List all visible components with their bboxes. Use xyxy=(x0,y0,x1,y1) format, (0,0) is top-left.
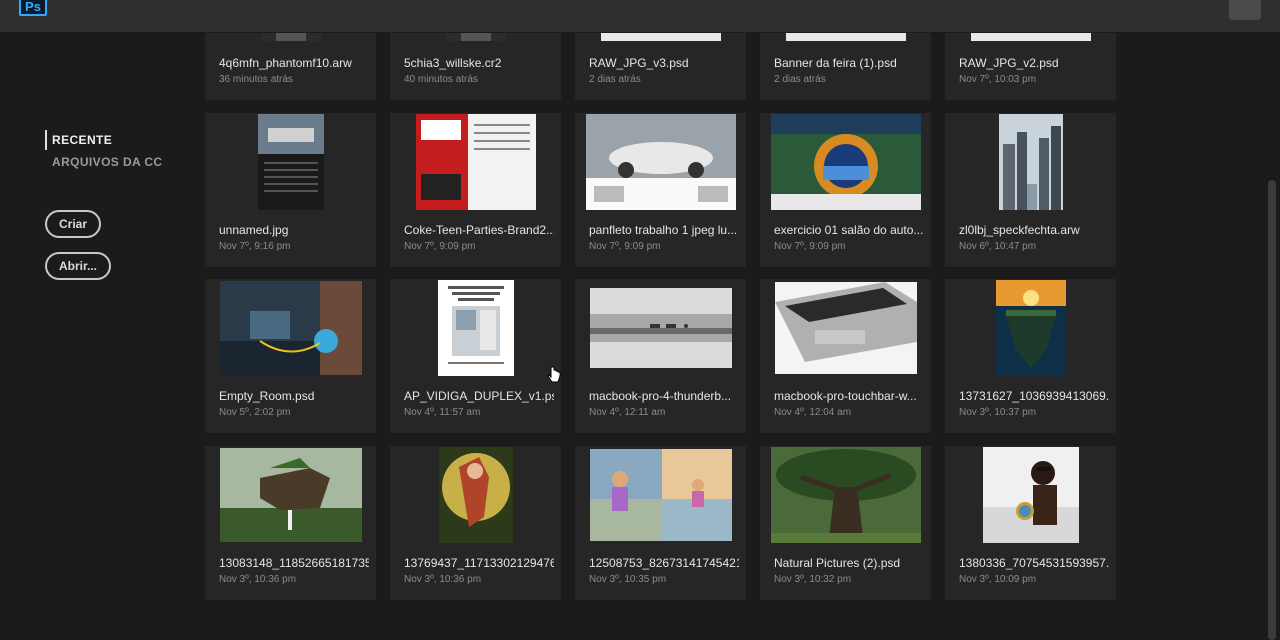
file-date: Nov 7º, 9:09 pm xyxy=(774,241,846,252)
file-name: 13083148_11852665181735... xyxy=(219,556,369,570)
file-date: Nov 7º, 9:16 pm xyxy=(219,241,291,252)
file-thumbnail xyxy=(945,279,1116,377)
file-name: Natural Pictures (2).psd xyxy=(774,556,901,570)
file-name: RAW_JPG_v3.psd xyxy=(589,56,689,70)
file-thumbnail xyxy=(760,446,931,544)
recent-files-grid: 4q6mfn_phantomf10.arw 36 minutos atrás 5ch… xyxy=(0,0,1280,640)
file-thumbnail xyxy=(945,446,1116,544)
file-date: Nov 4º, 11:57 am xyxy=(404,407,481,418)
file-card[interactable]: RAW_JPG_v2.psd Nov 7º, 10:03 pm xyxy=(945,33,1116,100)
file-date: Nov 3º, 10:36 pm xyxy=(404,574,482,585)
file-card[interactable]: 1380336_70754531593957... Nov 3º, 10:09 p… xyxy=(945,446,1116,600)
file-thumbnail xyxy=(390,446,561,544)
file-thumbnail xyxy=(390,279,561,377)
file-card[interactable]: 4q6mfn_phantomf10.arw 36 minutos atrás xyxy=(205,33,376,100)
file-card[interactable]: zl0lbj_speckfechta.arw Nov 6º, 10:47 pm xyxy=(945,113,1116,267)
file-name: macbook-pro-4-thunderb... xyxy=(589,389,732,403)
file-thumbnail xyxy=(575,33,746,42)
file-card[interactable]: Banner da feira (1).psd 2 dias atrás xyxy=(760,33,931,100)
file-date: Nov 3º, 10:35 pm xyxy=(589,574,667,585)
file-date: Nov 7º, 9:09 pm xyxy=(404,241,476,252)
hand-cursor-icon xyxy=(547,366,561,383)
file-card[interactable]: panfleto trabalho 1 jpeg lu... Nov 7º, 9:… xyxy=(575,113,746,267)
file-thumbnail xyxy=(575,446,746,544)
file-card[interactable]: unnamed.jpg Nov 7º, 9:16 pm xyxy=(205,113,376,267)
file-name: RAW_JPG_v2.psd xyxy=(959,56,1059,70)
file-card[interactable]: 13769437_11713302129476... Nov 3º, 10:36 … xyxy=(390,446,561,600)
file-date: Nov 3º, 10:09 pm xyxy=(959,574,1037,585)
file-card[interactable]: 13731627_1036939413069... Nov 3º, 10:37 p… xyxy=(945,279,1116,433)
file-date: Nov 3º, 10:32 pm xyxy=(774,574,852,585)
file-thumbnail xyxy=(945,33,1116,42)
file-card[interactable]: 13083148_11852665181735... Nov 3º, 10:36 … xyxy=(205,446,376,600)
file-card[interactable]: Empty_Room.psd Nov 5º, 2:02 pm xyxy=(205,279,376,433)
file-name: Empty_Room.psd xyxy=(219,389,315,403)
file-date: Nov 6º, 10:47 pm xyxy=(959,241,1037,252)
file-thumbnail xyxy=(575,279,746,377)
file-thumbnail xyxy=(760,33,931,42)
file-card[interactable]: AP_VIDIGA_DUPLEX_v1.psd Nov 4º, 11:57 am xyxy=(390,279,561,433)
file-name: zl0lbj_speckfechta.arw xyxy=(959,223,1080,237)
file-card[interactable]: Natural Pictures (2).psd Nov 3º, 10:32 pm xyxy=(760,446,931,600)
file-thumbnail xyxy=(205,33,376,42)
file-name: panfleto trabalho 1 jpeg lu... xyxy=(589,223,738,237)
file-thumbnail xyxy=(390,113,561,211)
file-card[interactable]: macbook-pro-4-thunderb... Nov 4º, 12:11 a… xyxy=(575,279,746,433)
file-thumbnail xyxy=(390,33,561,42)
file-date: Nov 5º, 2:02 pm xyxy=(219,407,291,418)
file-thumbnail xyxy=(945,113,1116,211)
file-name: exercicio 01 salão do auto... xyxy=(774,223,924,237)
scrollbar[interactable] xyxy=(1268,180,1276,640)
file-date: 36 minutos atrás xyxy=(219,74,293,85)
file-thumbnail xyxy=(205,279,376,377)
file-name: macbook-pro-touchbar-w... xyxy=(774,389,917,403)
file-thumbnail xyxy=(205,446,376,544)
file-thumbnail xyxy=(760,279,931,377)
file-name: 12508753_82673141745421... xyxy=(589,556,739,570)
file-date: Nov 4º, 12:04 am xyxy=(774,407,852,418)
file-date: Nov 7º, 10:03 pm xyxy=(959,74,1037,85)
file-name: Banner da feira (1).psd xyxy=(774,56,897,70)
file-card[interactable]: macbook-pro-touchbar-w... Nov 4º, 12:04 a… xyxy=(760,279,931,433)
file-date: 2 dias atrás xyxy=(589,74,641,85)
file-name: unnamed.jpg xyxy=(219,223,289,237)
file-thumbnail xyxy=(760,113,931,211)
file-thumbnail xyxy=(205,113,376,211)
file-date: Nov 3º, 10:37 pm xyxy=(959,407,1037,418)
file-card[interactable]: 12508753_82673141745421... Nov 3º, 10:35 … xyxy=(575,446,746,600)
file-date: 40 minutos atrás xyxy=(404,74,478,85)
file-card[interactable]: exercicio 01 salão do auto... Nov 7º, 9:0… xyxy=(760,113,931,267)
file-date: Nov 7º, 9:09 pm xyxy=(589,241,661,252)
file-name: AP_VIDIGA_DUPLEX_v1.psd xyxy=(404,389,554,403)
file-name: 4q6mfn_phantomf10.arw xyxy=(219,56,352,70)
file-name: 13731627_1036939413069... xyxy=(959,389,1109,403)
file-thumbnail xyxy=(575,113,746,211)
file-card[interactable]: RAW_JPG_v3.psd 2 dias atrás xyxy=(575,33,746,100)
file-name: 5chia3_willske.cr2 xyxy=(404,56,502,70)
file-card[interactable]: Coke-Teen-Parties-Brand2... Nov 7º, 9:09 … xyxy=(390,113,561,267)
file-date: Nov 4º, 12:11 am xyxy=(589,407,666,418)
file-date: 2 dias atrás xyxy=(774,74,826,85)
file-name: 1380336_70754531593957... xyxy=(959,556,1109,570)
file-date: Nov 3º, 10:36 pm xyxy=(219,574,297,585)
file-name: 13769437_11713302129476... xyxy=(404,556,554,570)
file-name: Coke-Teen-Parties-Brand2... xyxy=(404,223,554,237)
file-card[interactable]: 5chia3_willske.cr2 40 minutos atrás xyxy=(390,33,561,100)
